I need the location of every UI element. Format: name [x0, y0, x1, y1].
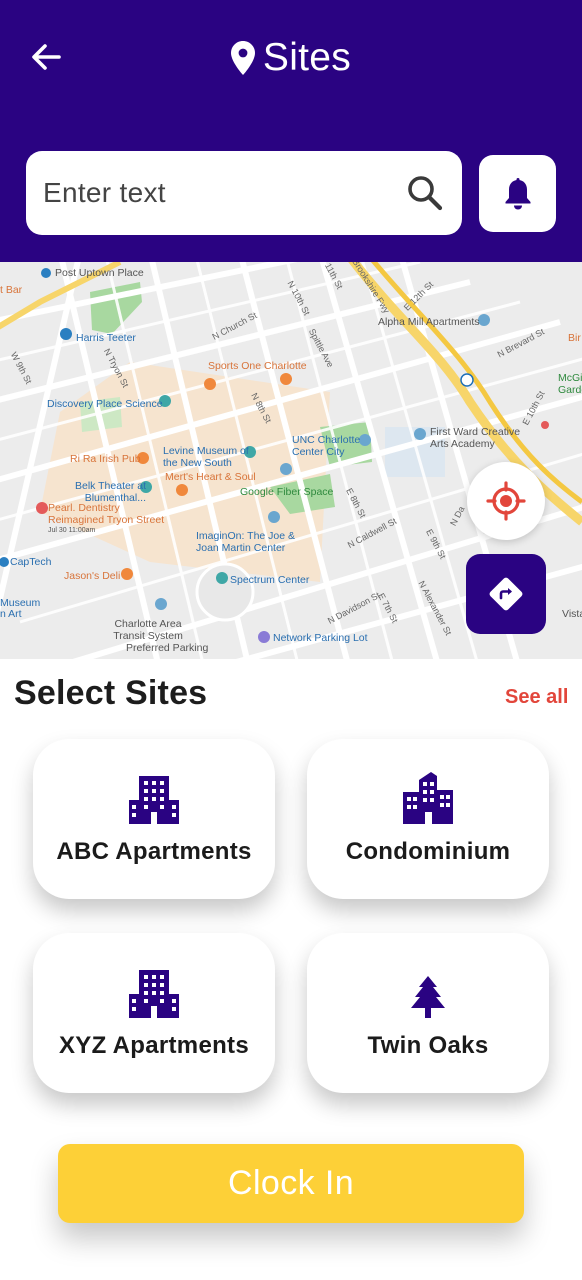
city-building-icon [403, 772, 453, 824]
building-icon [129, 772, 179, 824]
map-place-label: Jul 30 11:00am [48, 527, 96, 534]
map-place-label: Bir [568, 332, 581, 344]
site-card-condominium[interactable]: Condominium [307, 739, 549, 899]
site-card-xyz-apartments[interactable]: XYZ Apartments [33, 933, 275, 1093]
directions-arrow-icon [489, 577, 523, 611]
see-all-link[interactable]: See all [505, 686, 568, 709]
directions-button[interactable] [466, 554, 546, 634]
map-place-label: UNC Charlotte Center City [292, 434, 361, 458]
map-place-label: Pearl. Dentistry Reimagined Tryon Street [48, 502, 165, 526]
map-place-label: ImaginOn: The Joe & Joan Martin Center [196, 530, 296, 554]
search-bar [26, 151, 462, 235]
map-place-label: Post Uptown Place [55, 267, 144, 279]
section-title: Select Sites [14, 674, 208, 712]
search-input[interactable] [43, 177, 404, 209]
map-place-label: Spectrum Center [230, 574, 310, 586]
clock-in-button[interactable]: Clock In [58, 1144, 524, 1223]
tree-icon [410, 966, 446, 1018]
crosshair-location-icon [486, 481, 526, 521]
map-place-label: McGi Garden [558, 372, 582, 396]
map-place-label: Mert's Heart & Soul [165, 471, 256, 483]
app-header: Sites [0, 0, 582, 262]
map-place-label: Harris Teeter [76, 332, 136, 344]
map-place-label: Belk Theater at Blumenthal... [74, 480, 146, 504]
map-place-label: Alpha Mill Apartments [378, 316, 480, 328]
site-card-abc-apartments[interactable]: ABC Apartments [33, 739, 275, 899]
site-card-label: XYZ Apartments [58, 1032, 249, 1059]
page-title: Sites [0, 30, 582, 86]
title-text: Sites [262, 36, 352, 79]
map-place-label: CapTech [10, 556, 52, 568]
map-place-label: Network Parking Lot [273, 632, 368, 644]
site-card-twin-oaks[interactable]: Twin Oaks [307, 933, 549, 1093]
map-place-label: t Bar [0, 284, 23, 296]
clock-in-label: Clock In [227, 1164, 355, 1202]
notifications-button[interactable] [479, 155, 556, 232]
site-card-label: Condominium [345, 838, 511, 865]
bell-icon [505, 177, 530, 209]
my-location-button[interactable] [467, 462, 545, 540]
map-place-label: Levine Museum of the New South [163, 445, 249, 469]
map-place-label: Preferred Parking [126, 642, 209, 654]
building-icon [129, 966, 179, 1018]
site-card-label: Twin Oaks [367, 1032, 489, 1059]
map-pin-icon [230, 41, 255, 75]
map-place-label: Vista [562, 608, 582, 620]
site-card-label: ABC Apartments [56, 838, 252, 865]
search-icon[interactable] [404, 172, 446, 214]
map-place-label: Jason's Deli [64, 570, 121, 582]
map-place-label: Discovery Place Science [47, 398, 163, 410]
map-place-label: n Art [0, 608, 22, 620]
map-place-label: Charlotte Area Transit System [113, 618, 183, 642]
map-place-label: Sports One Charlotte [208, 360, 307, 372]
map-place-label: First Ward Creative Arts Academy [430, 426, 521, 450]
map-place-label: Ri Ra Irish Pub [70, 453, 141, 465]
map-place-label: Google Fiber Space [240, 486, 334, 498]
